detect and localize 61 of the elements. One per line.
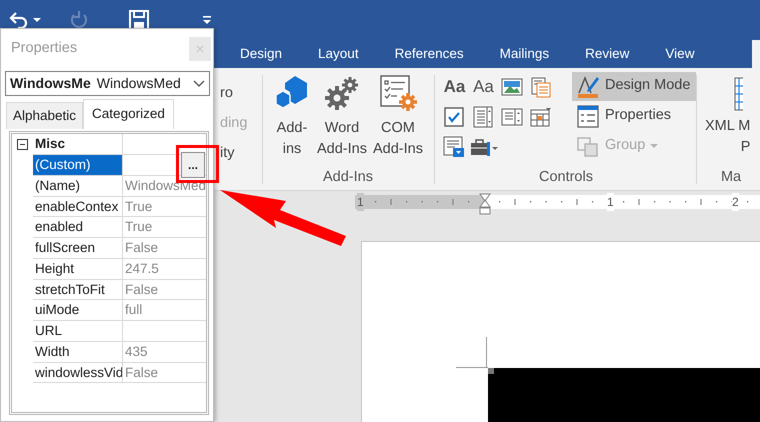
- ellipsis-button[interactable]: ...: [181, 152, 205, 178]
- ribbon-button[interactable]: Word Add-Ins: [314, 68, 370, 168]
- collapse-icon[interactable]: [17, 139, 28, 150]
- property-name[interactable]: URL: [33, 321, 123, 342]
- property-value[interactable]: full: [123, 300, 206, 321]
- ruler-number: 1: [607, 193, 614, 211]
- ribbon-tab[interactable]: Design: [222, 40, 300, 68]
- properties-icon: [576, 104, 600, 129]
- property-value[interactable]: 435: [123, 342, 206, 362]
- property-value[interactable]: 247.5: [123, 258, 206, 280]
- property-name[interactable]: Height: [33, 258, 123, 280]
- ribbon-button[interactable]: XML M P: [704, 68, 750, 158]
- object-dropdown[interactable]: WindowsMe WindowsMed: [5, 71, 210, 96]
- tab[interactable]: Alphabetic: [6, 102, 84, 130]
- gallery-icon[interactable]: [529, 74, 554, 99]
- ruler-pencil-icon: [576, 74, 600, 99]
- ribbon-label[interactable]: ity: [220, 144, 234, 161]
- combo-box-icon[interactable]: [471, 104, 496, 129]
- ribbon-tab[interactable]: References: [376, 40, 482, 68]
- caret-icon: [650, 143, 658, 150]
- ribbon-button[interactable]: Design Mode: [572, 72, 696, 101]
- group-label: Add-Ins: [322, 168, 374, 187]
- resize-handle[interactable]: [488, 368, 494, 374]
- form-icon[interactable]: [442, 134, 466, 159]
- checkbox-icon[interactable]: [442, 104, 466, 129]
- property-value[interactable]: False: [123, 280, 206, 300]
- ribbon-tab[interactable]: Review: [567, 40, 648, 68]
- ribbon-tab[interactable]: View: [647, 40, 712, 68]
- window-title: Properties: [11, 39, 78, 58]
- property-name[interactable]: fullScreen: [33, 238, 123, 259]
- ribbon-button[interactable]: Add- ins: [270, 68, 314, 168]
- group-label: Controls: [538, 168, 594, 187]
- property-name[interactable]: (Custom): [33, 155, 123, 176]
- property-value[interactable]: False: [123, 362, 206, 384]
- ribbon-tab[interactable]: Mailings: [482, 40, 568, 68]
- close-icon: [196, 45, 204, 53]
- chevron-icon: [193, 80, 205, 88]
- indent-marker-icon[interactable]: [479, 193, 491, 215]
- text-style-icon[interactable]: Aa: [444, 76, 466, 97]
- property-name[interactable]: enabled: [33, 217, 123, 238]
- property-value[interactable]: WindowsMed: [123, 176, 206, 196]
- ribbon-button[interactable]: COM Add-Ins: [370, 68, 426, 168]
- property-value[interactable]: True: [123, 217, 206, 238]
- ribbon-button[interactable]: Properties: [572, 102, 696, 131]
- ribbon-tab[interactable]: Layout: [300, 40, 377, 68]
- xml-icon: [732, 76, 743, 112]
- property-name[interactable]: (Name): [33, 176, 123, 196]
- property-name[interactable]: Width: [33, 342, 123, 362]
- property-value[interactable]: True: [123, 196, 206, 218]
- property-name[interactable]: stretchToFit: [33, 280, 123, 300]
- ruler-number: 1: [357, 193, 364, 211]
- property-name[interactable]: enableContex: [33, 196, 123, 218]
- crop-mark: [456, 336, 488, 368]
- tab[interactable]: Categorized: [83, 99, 174, 130]
- property-value[interactable]: False: [123, 238, 206, 259]
- text-style-icon[interactable]: Aa: [473, 76, 494, 97]
- property-name[interactable]: uiMode: [33, 300, 123, 321]
- checklist-icon: [378, 74, 417, 112]
- group-label: Ma: [720, 168, 742, 187]
- ribbon-label[interactable]: ro: [220, 84, 233, 101]
- ruler-number: 2: [732, 193, 739, 211]
